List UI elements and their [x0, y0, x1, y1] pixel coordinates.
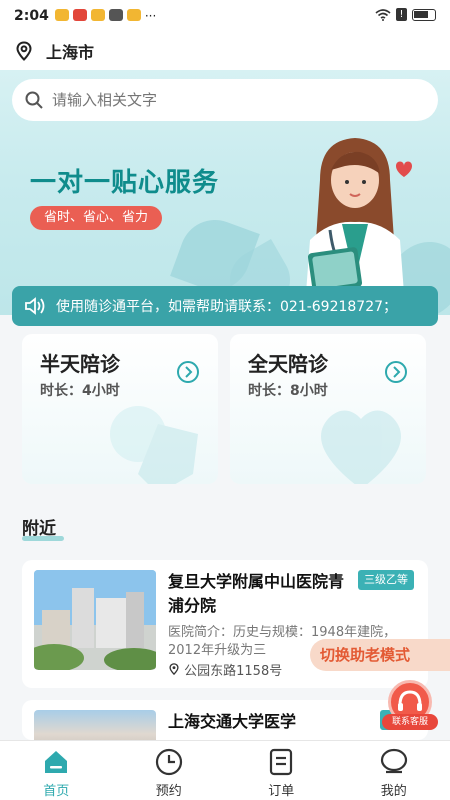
hospital-photo	[34, 710, 156, 740]
city-name: 上海市	[46, 43, 95, 62]
bottom-navigation: 首页 预约 订单 我的	[0, 740, 450, 800]
nav-item-appointment[interactable]: 预约	[113, 741, 226, 800]
service-duration: 时长：4小时	[40, 383, 120, 399]
more-notifications-text: ···	[144, 9, 157, 23]
status-time: 2:04	[14, 8, 49, 24]
search-bar[interactable]	[12, 79, 438, 121]
search-input[interactable]	[52, 91, 392, 109]
nav-label: 预约	[155, 784, 182, 799]
app-notification-icon	[72, 9, 87, 21]
shield-decoration-icon	[110, 406, 198, 484]
app-notification-icon	[90, 9, 105, 21]
banner-title: 一对一贴心服务	[30, 168, 220, 198]
nav-item-home[interactable]: 首页	[0, 741, 113, 800]
battery-icon	[412, 8, 436, 21]
banner-tag: 省时、省心、省力	[30, 206, 163, 230]
app-notification-icon	[108, 9, 123, 21]
app-notification-icon	[54, 9, 69, 21]
nav-label: 我的	[380, 784, 407, 799]
service-title: 全天陪诊	[248, 352, 328, 376]
hospital-name: 复旦大学附属中山医院青浦分院	[168, 572, 345, 615]
hospital-photo	[34, 570, 156, 670]
hospital-card[interactable]: 上海交通大学医学 三级	[22, 700, 428, 740]
alert-icon: !	[396, 8, 407, 21]
customer-service-button[interactable]: 联系客服	[382, 680, 438, 732]
nav-item-orders[interactable]: 订单	[225, 741, 338, 800]
location-pin-icon	[16, 41, 32, 61]
notification-icons: ···	[54, 9, 157, 23]
location-bar[interactable]: 上海市	[0, 32, 450, 70]
speaker-icon	[25, 297, 45, 315]
clock-icon	[155, 748, 182, 776]
hospital-name: 上海交通大学医学	[168, 712, 297, 731]
wifi-icon	[375, 8, 391, 21]
app-notification-icon	[126, 9, 141, 21]
announcement-text: 使用随诊通平台，如需帮助请联系：021-69218727；	[56, 299, 398, 315]
service-card-full-day[interactable]: 全天陪诊 时长：8小时	[230, 334, 426, 484]
status-bar: 2:04 ··· !	[0, 0, 450, 32]
service-title: 半天陪诊	[40, 352, 120, 376]
location-pin-icon	[169, 663, 179, 676]
heart-decoration-icon	[321, 410, 401, 484]
service-duration: 时长：8小时	[248, 383, 328, 399]
nav-label: 订单	[268, 784, 295, 799]
home-icon	[45, 751, 68, 773]
nav-label: 首页	[43, 784, 70, 799]
customer-service-label: 联系客服	[382, 714, 438, 730]
hospital-address: 公园东路1158号	[184, 664, 283, 679]
section-underline	[22, 536, 64, 541]
order-icon	[270, 748, 293, 776]
service-card-half-day[interactable]: 半天陪诊 时长：4小时	[22, 334, 218, 484]
hospital-address-row: 公园东路1158号	[168, 660, 282, 679]
hospital-level-badge: 三级乙等	[358, 570, 414, 590]
announcement-bar: 使用随诊通平台，如需帮助请联系：021-69218727；	[12, 286, 438, 326]
hero-banner[interactable]: 一对一贴心服务 省时、省心、省力	[0, 70, 450, 315]
search-icon	[25, 91, 43, 109]
profile-icon	[380, 748, 407, 774]
senior-mode-toggle[interactable]: 切换助老模式	[310, 639, 450, 671]
chevron-right-icon[interactable]	[384, 360, 408, 384]
system-status: !	[375, 8, 436, 21]
nav-item-profile[interactable]: 我的	[338, 741, 450, 800]
chevron-right-icon[interactable]	[176, 360, 200, 384]
